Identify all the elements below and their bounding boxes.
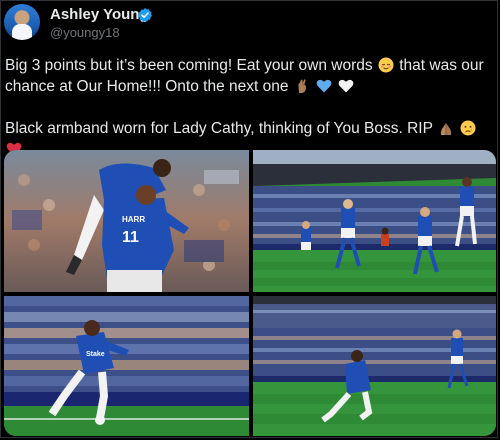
- avatar[interactable]: [4, 4, 40, 40]
- shirt-sponsor-text: Stake: [86, 351, 105, 358]
- media-photo-slide-celebration[interactable]: Stake: [4, 296, 249, 436]
- verified-badge-icon: [138, 8, 152, 22]
- tweet-line-3-text: Black armband worn for Lady Cathy, think…: [5, 120, 433, 137]
- shirt-name-text: HARR: [122, 215, 145, 224]
- relieved-face-emoji: [378, 57, 394, 73]
- media-photo-celebration-hug[interactable]: HARR 11: [4, 150, 249, 292]
- shirt-number-text: 11: [122, 229, 139, 246]
- folded-hands-emoji: [440, 123, 452, 135]
- author-name[interactable]: Ashley Young: [50, 6, 149, 23]
- crossed-fingers-emoji: [298, 79, 306, 93]
- avatar-shirt-detail: [12, 24, 32, 40]
- crying-face-emoji: [460, 120, 476, 136]
- author-handle[interactable]: @youngy18: [50, 25, 120, 40]
- tweet-line-1-text: Big 3 points but it’s been coming! Eat y…: [5, 57, 373, 74]
- tweet-line-1: Big 3 points but it’s been coming! Eat y…: [5, 55, 495, 76]
- tweet-line-2-text: chance at Our Home!!! Onto the next one: [5, 78, 289, 95]
- tweet-line-2: chance at Our Home!!! Onto the next one: [5, 76, 495, 97]
- white-heart-emoji: [339, 79, 354, 93]
- media-photo-players-running[interactable]: [253, 150, 496, 292]
- media-photo-knee-slide[interactable]: [253, 296, 496, 436]
- media-grid: HARR 11 Stake: [4, 150, 496, 436]
- tweet-line-1-end: that was our: [399, 57, 484, 74]
- tweet-text: Big 3 points but it’s been coming! Eat y…: [5, 55, 495, 160]
- blue-heart-emoji: [316, 79, 332, 93]
